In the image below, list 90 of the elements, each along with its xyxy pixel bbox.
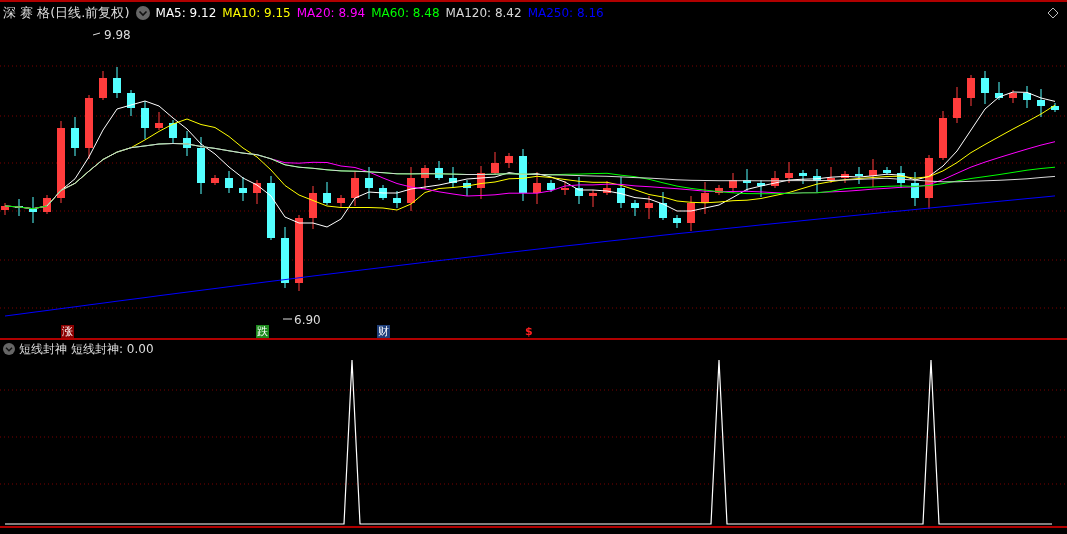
candlestick	[645, 195, 653, 220]
candlestick	[589, 189, 597, 208]
candlestick	[393, 190, 401, 209]
candlestick	[253, 179, 261, 205]
candlestick	[29, 196, 37, 224]
candlestick	[785, 161, 793, 184]
candlestick	[183, 130, 191, 157]
candlestick	[967, 74, 975, 107]
candlestick	[225, 170, 233, 194]
candlestick	[841, 170, 849, 184]
candlestick	[911, 171, 919, 207]
candlestick	[729, 172, 737, 194]
candlestick	[687, 195, 695, 232]
dropdown-icon[interactable]	[135, 6, 150, 20]
candlestick	[939, 110, 947, 161]
candlestick	[631, 199, 639, 217]
candlestick	[337, 194, 345, 209]
candlestick	[141, 100, 149, 140]
dropdown-icon[interactable]	[3, 343, 15, 355]
candlestick	[701, 181, 709, 215]
ma-reading: MA250: 8.16	[527, 6, 604, 20]
candlestick	[743, 168, 751, 192]
ma-reading: MA60: 8.48	[371, 6, 440, 20]
candlestick	[603, 180, 611, 196]
candlestick	[575, 176, 583, 205]
candlestick	[519, 148, 527, 202]
candlestick	[981, 70, 989, 105]
candlestick	[1009, 89, 1017, 104]
candlestick	[99, 70, 107, 101]
ma-reading: MA20: 8.94	[296, 6, 366, 20]
candlestick	[659, 191, 667, 221]
candlestick	[267, 175, 275, 241]
low-price-label: 6.90	[282, 313, 321, 327]
candlestick	[1037, 88, 1045, 118]
candlestick	[281, 226, 289, 289]
candlestick	[351, 170, 359, 207]
candlestick	[435, 160, 443, 181]
candlestick	[813, 168, 821, 193]
candlestick	[379, 184, 387, 201]
candlestick	[1023, 85, 1031, 109]
candlestick	[1051, 102, 1059, 113]
candlestick	[799, 169, 807, 185]
candlestick	[617, 176, 625, 209]
candlestick	[491, 151, 499, 176]
candlestick	[883, 166, 891, 176]
candlestick	[85, 94, 93, 160]
candlestick	[169, 119, 177, 144]
event-marker[interactable]: $	[524, 325, 534, 338]
candlestick	[197, 136, 205, 195]
event-marker[interactable]: 跌	[256, 325, 269, 338]
candlestick	[771, 170, 779, 189]
candlestick	[155, 111, 163, 131]
candlestick	[715, 184, 723, 196]
candlestick	[211, 174, 219, 186]
candlestick	[869, 158, 877, 188]
candlestick	[477, 165, 485, 200]
candlestick	[449, 166, 457, 189]
candlestick	[827, 166, 835, 184]
candlestick	[113, 66, 121, 99]
ma-reading: MA5: 9.12	[155, 6, 217, 20]
candlestick	[995, 81, 1003, 101]
indicator-name: 短线封神	[19, 340, 67, 358]
event-marker[interactable]: 财	[377, 325, 390, 338]
candlestick	[533, 171, 541, 205]
candlestick	[323, 181, 331, 206]
ma-reading: MA120: 8.42	[445, 6, 522, 20]
candlestick	[463, 179, 471, 197]
candlestick	[757, 179, 765, 198]
candlestick	[71, 116, 79, 157]
indicator-reading: 短线封神: 0.00	[71, 340, 154, 358]
candlestick	[15, 198, 23, 217]
candlestick	[855, 166, 863, 185]
candlestick	[365, 166, 373, 200]
candlestick	[407, 166, 415, 212]
stock-title: 深 赛 格(日线.前复权)	[3, 4, 130, 22]
candlestick	[505, 152, 513, 169]
diamond-icon[interactable]	[1047, 7, 1059, 19]
candlestick	[673, 214, 681, 229]
ma-reading: MA10: 9.15	[222, 6, 291, 20]
candlestick	[43, 194, 51, 215]
high-price-label: 9.98	[92, 28, 131, 42]
event-marker[interactable]: 涨	[61, 325, 74, 338]
candlestick	[1, 202, 9, 216]
candlestick	[547, 179, 555, 193]
candlestick	[925, 154, 933, 210]
candlestick	[239, 176, 247, 202]
candlestick	[561, 180, 569, 196]
candlestick	[127, 89, 135, 117]
candlestick	[953, 86, 961, 124]
candlestick	[309, 185, 317, 230]
